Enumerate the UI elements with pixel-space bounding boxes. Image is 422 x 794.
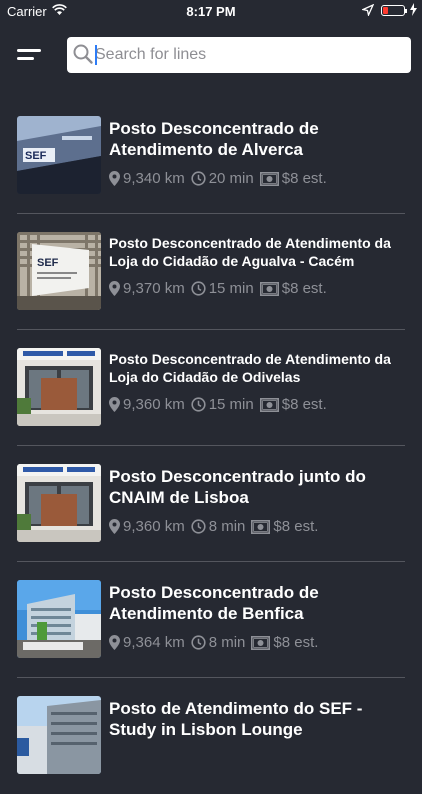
price-label: $8 est. [281, 280, 327, 297]
office-photo: SEF [17, 116, 101, 194]
office-photo: SEF [17, 232, 101, 310]
map-pin-icon [109, 171, 120, 186]
map-pin-icon [109, 635, 120, 650]
price-label: $8 est. [281, 396, 327, 413]
distance-label: 9,360 km [123, 396, 185, 413]
clock-icon [191, 397, 206, 412]
trip-info: 9,364 km 8 min $8 est. [109, 634, 318, 651]
office-title: Posto Desconcentrado de Atendimento de B… [109, 583, 319, 623]
distance-label: 9,360 km [123, 518, 185, 535]
duration-label: 20 min [208, 170, 254, 187]
trip-info: 9,370 km 15 min $8 est. [109, 280, 327, 297]
status-bar: Carrier 8:17 PM [0, 0, 422, 22]
duration-label: 15 min [208, 280, 254, 297]
list-item[interactable]: Posto Desconcentrado de Atendimento da L… [0, 330, 422, 446]
duration-label: 8 min [208, 518, 246, 535]
duration-label: 15 min [208, 396, 254, 413]
map-pin-icon [109, 281, 120, 296]
money-bill-icon [251, 635, 271, 650]
money-bill-icon [259, 281, 279, 296]
charging-bolt-icon [410, 3, 417, 19]
list-item[interactable]: Posto Desconcentrado junto do CNAIM de L… [0, 446, 422, 562]
money-bill-icon [259, 397, 279, 412]
battery-icon [381, 5, 407, 16]
svg-text:SEF: SEF [37, 257, 59, 269]
money-bill-icon [259, 171, 279, 186]
clock-icon [191, 635, 206, 650]
search-icon [72, 43, 94, 65]
office-photo [17, 696, 101, 774]
clock-icon [191, 519, 206, 534]
distance-label: 9,340 km [123, 170, 185, 187]
trip-info: 9,340 km 20 min $8 est. [109, 170, 327, 187]
hamburger-icon [17, 49, 41, 52]
list-item[interactable]: Posto de Atendimento do SEF - Study in L… [0, 678, 422, 794]
office-title: Posto de Atendimento do SEF - Study in L… [109, 699, 363, 739]
clock-icon [191, 171, 206, 186]
list-item[interactable]: Posto Desconcentrado de Atendimento de B… [0, 562, 422, 678]
list-item[interactable]: SEF Posto Desconcentrado de Atendimento … [0, 98, 422, 214]
distance-label: 9,370 km [123, 280, 185, 297]
text-cursor [95, 45, 97, 65]
trip-info: 9,360 km 8 min $8 est. [109, 518, 318, 535]
clock-time: 8:17 PM [186, 4, 236, 19]
office-title: Posto Desconcentrado de Atendimento da L… [109, 235, 391, 269]
office-title: Posto Desconcentrado de Atendimento de A… [109, 119, 319, 159]
office-title: Posto Desconcentrado de Atendimento da L… [109, 351, 391, 385]
price-label: $8 est. [273, 634, 319, 651]
distance-label: 9,364 km [123, 634, 185, 651]
menu-button[interactable] [17, 46, 41, 64]
office-photo [17, 348, 101, 426]
office-photo [17, 464, 101, 542]
money-bill-icon [251, 519, 271, 534]
search-input[interactable] [95, 41, 401, 69]
duration-label: 8 min [208, 634, 246, 651]
location-arrow-icon [360, 3, 375, 19]
trip-info: 9,360 km 15 min $8 est. [109, 396, 327, 413]
map-pin-icon [109, 519, 120, 534]
svg-text:SEF: SEF [25, 150, 47, 162]
list-item[interactable]: SEF Posto Desconcentrado de Atendimento … [0, 214, 422, 330]
clock-icon [191, 281, 206, 296]
price-label: $8 est. [281, 170, 327, 187]
search-bar[interactable] [67, 37, 411, 73]
price-label: $8 est. [273, 518, 319, 535]
office-photo [17, 580, 101, 658]
map-pin-icon [109, 397, 120, 412]
office-title: Posto Desconcentrado junto do CNAIM de L… [109, 467, 366, 507]
